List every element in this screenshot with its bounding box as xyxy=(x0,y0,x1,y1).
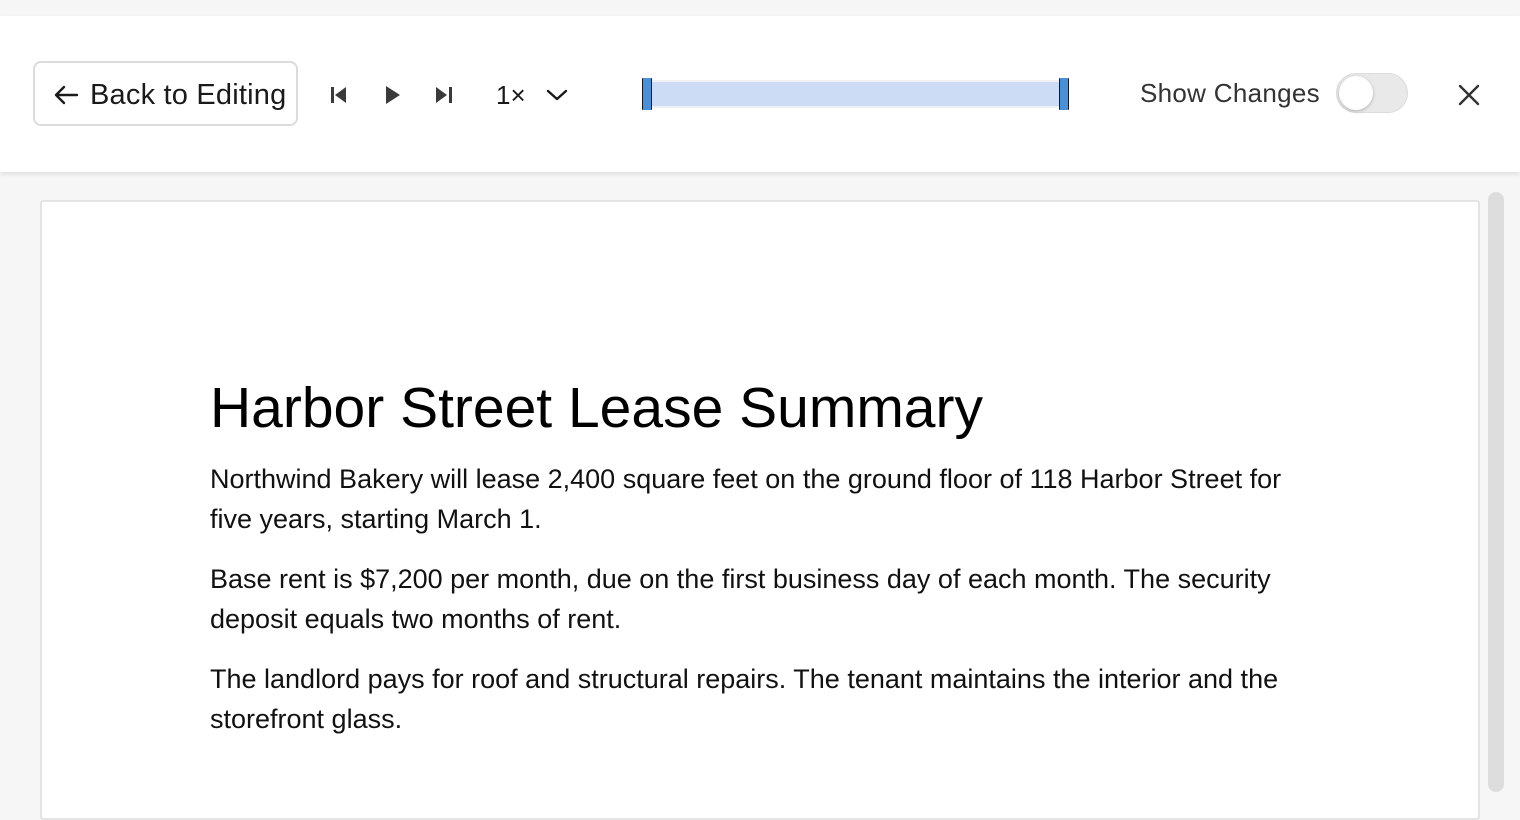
playback-speed-select[interactable]: 1× xyxy=(494,76,574,114)
playback-speed-value: 1× xyxy=(496,80,526,110)
document-title: Harbor Street Lease Summary xyxy=(210,376,983,440)
show-changes-label: Show Changes xyxy=(1140,78,1320,108)
skip-to-start-icon[interactable] xyxy=(327,82,351,108)
timeline-start-handle[interactable] xyxy=(642,78,652,110)
window-top-strip xyxy=(0,0,1520,16)
back-to-editing-button[interactable]: Back to Editing xyxy=(33,61,298,126)
timeline-end-handle[interactable] xyxy=(1059,78,1069,110)
show-changes-toggle[interactable] xyxy=(1336,73,1408,113)
timeline-scrubber[interactable] xyxy=(642,78,1069,112)
play-icon[interactable] xyxy=(380,82,404,108)
toggle-knob xyxy=(1339,76,1373,110)
close-icon[interactable] xyxy=(1454,80,1484,110)
skip-to-end-icon[interactable] xyxy=(432,82,456,108)
arrow-left-icon xyxy=(54,85,79,105)
scrollbar-thumb[interactable] xyxy=(1488,192,1504,792)
document-page: Harbor Street Lease Summary Northwind Ba… xyxy=(40,200,1480,820)
back-to-editing-label: Back to Editing xyxy=(90,79,287,111)
vertical-scrollbar[interactable] xyxy=(1488,192,1504,792)
document-scroll-area[interactable]: Harbor Street Lease Summary Northwind Ba… xyxy=(0,172,1520,820)
document-paragraph-1: Northwind Bakery will lease 2,400 square… xyxy=(210,464,1282,534)
playback-toolbar: Back to Editing 1× Show Changes xyxy=(0,16,1520,172)
document-paragraph-3: The landlord pays for roof and structura… xyxy=(210,664,1279,734)
chevron-down-icon xyxy=(546,89,568,101)
timeline-selection-range xyxy=(652,82,1059,106)
document-paragraph-2: Base rent is $7,200 per month, due on th… xyxy=(210,564,1271,634)
